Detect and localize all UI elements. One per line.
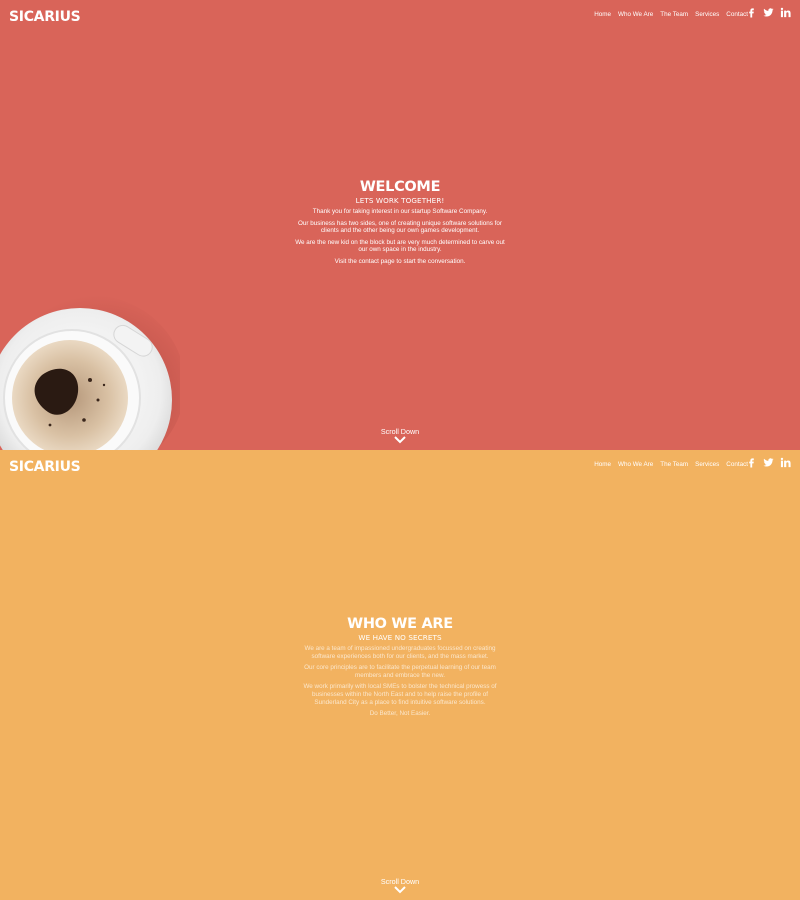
who-we-are-section: SICARIUS Home Who We Are The Team Servic…: [0, 450, 800, 900]
scroll-down-label: Scroll Down: [380, 877, 420, 886]
nav-services[interactable]: Services: [695, 461, 719, 468]
welcome-paragraph: Visit the contact page to start the conv…: [334, 257, 466, 265]
who-we-are-paragraph: Do Better, Not Easier.: [369, 710, 431, 718]
social-links: [746, 457, 791, 468]
welcome-paragraph: We are the new kid on the block but are …: [295, 238, 505, 254]
nav-contact[interactable]: Contact: [726, 461, 748, 468]
welcome-subtitle: LETS WORK TOGETHER!: [355, 196, 445, 205]
nav-the-team[interactable]: The Team: [660, 461, 688, 468]
who-we-are-subtitle: WE HAVE NO SECRETS: [358, 633, 442, 642]
scroll-down-label: Scroll Down: [380, 427, 420, 436]
who-we-are-paragraph: Our core principles are to facilitate th…: [304, 664, 496, 679]
nav-home[interactable]: Home: [594, 461, 611, 468]
linkedin-icon[interactable]: [780, 7, 791, 18]
who-we-are-content: WHO WE ARE WE HAVE NO SECRETS We are a t…: [295, 616, 505, 722]
coffee-cup-image: [0, 295, 180, 450]
welcome-paragraph: Thank you for taking interest in our sta…: [312, 208, 488, 215]
who-we-are-paragraph: We work primarily with local SMEs to bol…: [303, 683, 497, 706]
nav-contact[interactable]: Contact: [726, 11, 748, 18]
header-bar: SICARIUS Home Who We Are The Team Servic…: [0, 450, 800, 480]
linkedin-icon[interactable]: [780, 457, 791, 468]
welcome-section: SICARIUS Home Who We Are The Team Servic…: [0, 0, 800, 450]
twitter-icon[interactable]: [763, 7, 774, 18]
welcome-content: WELCOME LETS WORK TOGETHER! Thank you fo…: [295, 179, 505, 270]
social-links: [746, 7, 791, 18]
who-we-are-paragraph: We are a team of impassioned undergradua…: [304, 645, 496, 660]
chevron-down-icon: [394, 436, 406, 444]
header-bar: SICARIUS Home Who We Are The Team Servic…: [0, 0, 800, 30]
nav-services[interactable]: Services: [695, 11, 719, 18]
scroll-down-button[interactable]: Scroll Down: [0, 877, 800, 894]
facebook-icon[interactable]: [746, 7, 757, 18]
chevron-down-icon: [394, 886, 406, 894]
brand-logo[interactable]: SICARIUS: [9, 459, 81, 475]
welcome-paragraph: Our business has two sides, one of creat…: [297, 219, 503, 235]
nav-the-team[interactable]: The Team: [660, 11, 688, 18]
nav-who-we-are[interactable]: Who We Are: [618, 11, 653, 18]
main-nav: Home Who We Are The Team Services Contac…: [594, 461, 748, 468]
facebook-icon[interactable]: [746, 457, 757, 468]
main-nav: Home Who We Are The Team Services Contac…: [594, 11, 748, 18]
nav-home[interactable]: Home: [594, 11, 611, 18]
nav-who-we-are[interactable]: Who We Are: [618, 461, 653, 468]
scroll-down-button[interactable]: Scroll Down: [0, 427, 800, 444]
twitter-icon[interactable]: [763, 457, 774, 468]
welcome-title: WELCOME: [359, 179, 441, 195]
who-we-are-title: WHO WE ARE: [347, 616, 453, 632]
brand-logo[interactable]: SICARIUS: [9, 9, 81, 25]
